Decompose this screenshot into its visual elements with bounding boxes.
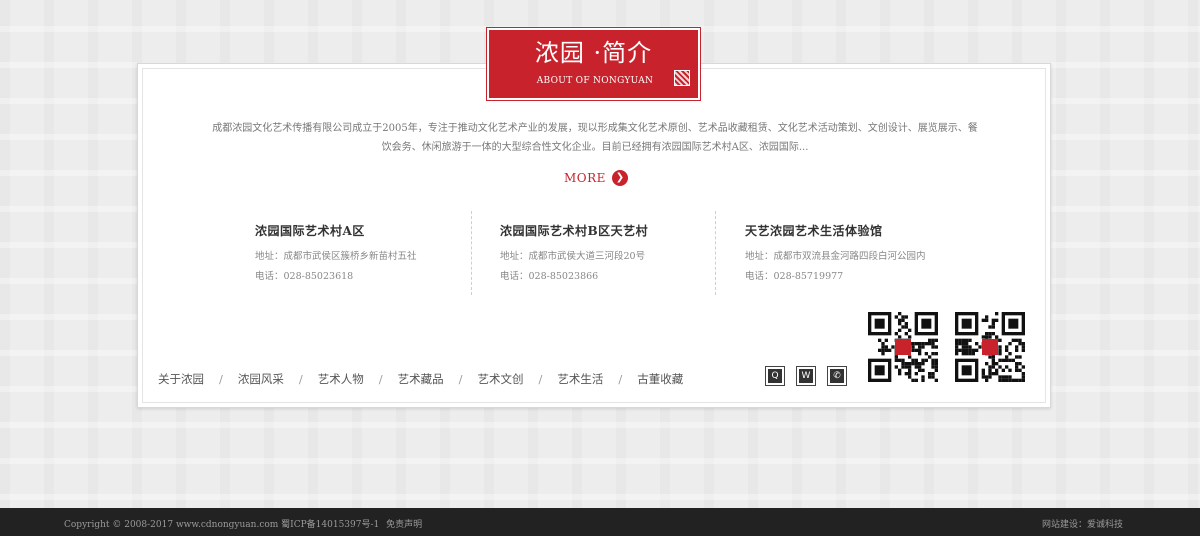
venue-name[interactable]: 浓园国际艺术村A区 — [255, 222, 475, 239]
weibo-button[interactable]: W — [796, 366, 816, 386]
venue-address: 地址：成都市武侯大道三河段20号 — [500, 251, 646, 262]
nav-separator: / — [538, 372, 543, 386]
venue-name[interactable]: 浓园国际艺术村B区天艺村 — [500, 222, 720, 239]
weibo-icon: W — [799, 369, 813, 383]
nav-item-style[interactable]: 浓园风采 — [238, 371, 284, 387]
qr-code-icon — [868, 312, 938, 382]
nav-item-life[interactable]: 艺术生活 — [557, 371, 603, 387]
qq-icon: Q — [768, 369, 782, 383]
section-title-badge: 浓园 ·简介 ABOUT OF NONGYUAN — [486, 27, 701, 101]
builder-credit[interactable]: 网站建设：爱诚科技 — [1042, 517, 1123, 530]
nav-separator: / — [618, 372, 623, 386]
footer-left: Copyright © 2008-2017 www.cdnongyuan.com… — [64, 517, 426, 530]
disclaimer-link[interactable]: 免责声明 — [386, 520, 422, 530]
chevron-right-icon: ❯ — [611, 170, 628, 186]
section-subtitle: ABOUT OF NONGYUAN — [536, 76, 654, 86]
copyright-text: Copyright © 2008-2017 www.cdnongyuan.com… — [64, 520, 380, 530]
nav-separator: / — [378, 372, 383, 386]
nav-separator: / — [219, 372, 223, 386]
nav-separator: / — [458, 372, 463, 386]
venue-card: 浓园国际艺术村A区 地址：成都市武侯区簇桥乡新苗村五社 电话：028-85023… — [255, 211, 475, 295]
nav-item-about[interactable]: 关于浓园 — [158, 371, 204, 387]
venue-card: 天艺浓园艺术生活体验馆 地址：成都市双流县金河路四段白河公园内 电话：028-8… — [745, 211, 965, 295]
venue-divider — [715, 211, 716, 295]
venue-phone: 电话：028-85719977 — [745, 271, 844, 282]
wechat-button[interactable]: ✆ — [827, 366, 847, 386]
nav-item-antiques[interactable]: 古董收藏 — [637, 371, 683, 387]
intro-text: 成都浓园文化艺术传播有限公司成立于2005年，专注于推动文化艺术产业的发展，现以… — [212, 123, 978, 153]
seal-stamp-icon — [674, 70, 690, 86]
venue-address: 地址：成都市双流县金河路四段白河公园内 — [745, 251, 926, 262]
venue-phone: 电话：028-85023618 — [255, 271, 354, 282]
nav-item-creative[interactable]: 艺术文创 — [478, 371, 524, 387]
venue-phone: 电话：028-85023866 — [500, 271, 599, 282]
more-label: MORE — [564, 171, 606, 185]
venue-address: 地址：成都市武侯区簇桥乡新苗村五社 — [255, 251, 417, 262]
venue-divider — [471, 211, 472, 295]
nav-item-artists[interactable]: 艺术人物 — [318, 371, 364, 387]
bottom-nav: 关于浓园 / 浓园风采 / 艺术人物 / 艺术藏品 / 艺术文创 / 艺术生活 … — [158, 371, 683, 387]
qr-code-icon — [955, 312, 1025, 382]
venue-name[interactable]: 天艺浓园艺术生活体验馆 — [745, 222, 965, 239]
venue-card: 浓园国际艺术村B区天艺村 地址：成都市武侯大道三河段20号 电话：028-850… — [500, 211, 720, 295]
section-title: 浓园 ·简介 — [534, 39, 653, 67]
wechat-icon: ✆ — [830, 369, 844, 383]
qq-button[interactable]: Q — [765, 366, 785, 386]
nav-item-collections[interactable]: 艺术藏品 — [398, 371, 444, 387]
nav-separator: / — [298, 372, 303, 386]
more-link[interactable]: MORE ❯ — [564, 168, 628, 188]
site-footer: Copyright © 2008-2017 www.cdnongyuan.com… — [0, 508, 1200, 536]
